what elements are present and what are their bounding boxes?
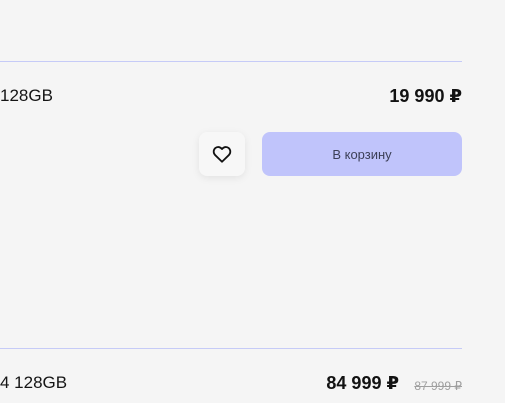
product-old-price: 87 999 ₽ — [414, 379, 462, 393]
heart-outline-icon — [212, 145, 232, 163]
product-name: 128GB — [0, 86, 53, 105]
add-to-favorites-button[interactable] — [199, 132, 245, 176]
product-divider — [0, 61, 462, 62]
product-price: 84 999 ₽ — [326, 373, 399, 393]
product-price: 19 990 ₽ — [389, 86, 462, 106]
product-name: 4 128GB — [0, 373, 68, 392]
add-to-cart-button[interactable]: В корзину — [262, 132, 462, 176]
product-divider — [0, 348, 462, 349]
